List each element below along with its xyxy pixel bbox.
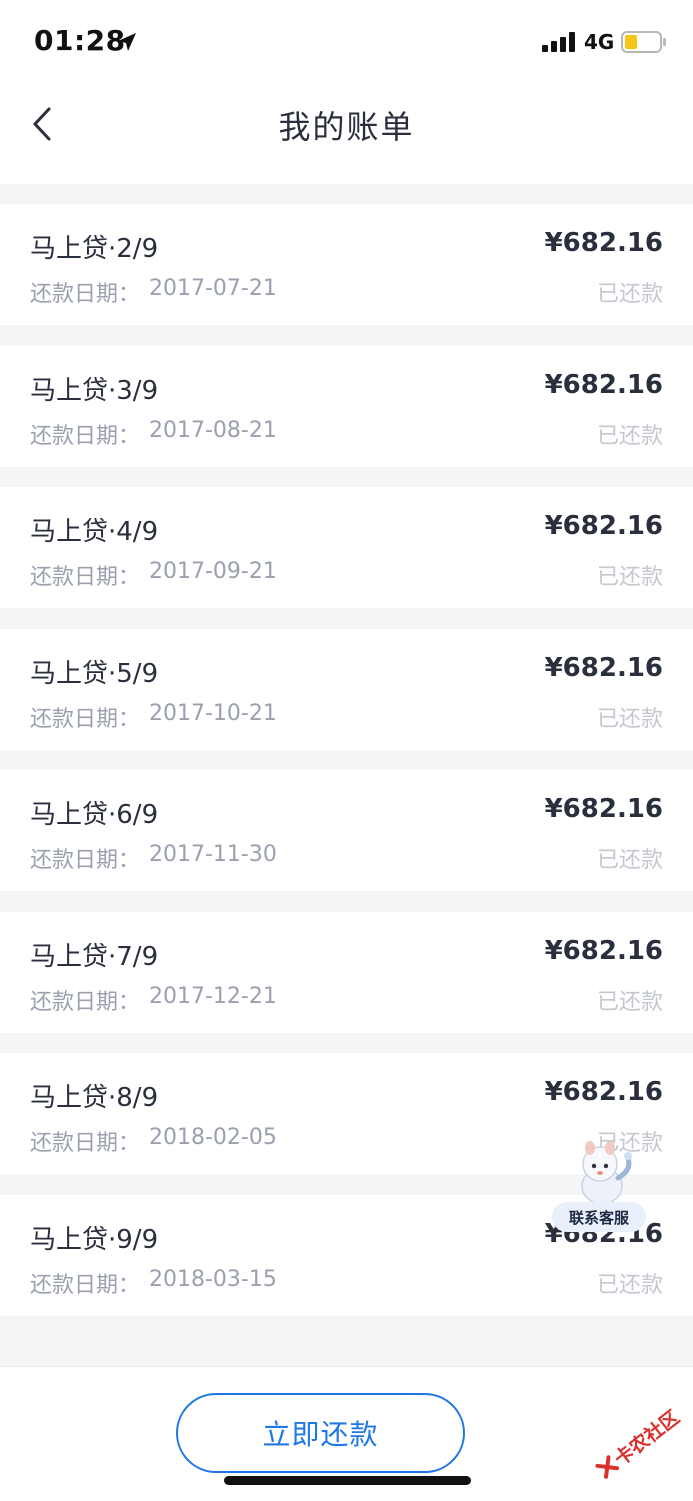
bill-status: 已还款 xyxy=(596,1272,663,1298)
bill-status: 已还款 xyxy=(596,706,663,732)
bill-status: 已还款 xyxy=(596,423,663,449)
status-bar: 01:28 4G xyxy=(0,0,693,84)
bill-amount: ¥682.16 xyxy=(544,369,663,400)
bill-amount: ¥682.16 xyxy=(544,794,663,824)
signal-icon xyxy=(542,32,575,52)
bill-date-label: 还款日期： xyxy=(30,706,141,732)
bill-item[interactable]: 马上贷·3/9 ¥682.16 还款日期： 2017-08-21 已还款 xyxy=(0,345,693,467)
battery-icon xyxy=(621,31,666,53)
bill-date-label: 还款日期： xyxy=(30,1272,141,1298)
nav-bar: 我的账单 xyxy=(0,84,693,184)
bill-name: 马上贷·4/9 xyxy=(30,517,159,547)
bill-date: 2017-09-21 xyxy=(149,559,277,584)
bill-amount: ¥682.16 xyxy=(544,652,663,683)
bill-status: 已还款 xyxy=(596,282,663,307)
bill-status: 已还款 xyxy=(596,565,663,590)
bill-date-label: 还款日期： xyxy=(30,848,141,873)
bill-item[interactable]: 马上贷·7/9 ¥682.16 还款日期： 2017-12-21 已还款 xyxy=(0,911,693,1033)
bill-amount: ¥682.16 xyxy=(544,228,663,258)
customer-service-label: 联系客服 xyxy=(552,1202,646,1232)
bill-name: 马上贷·7/9 xyxy=(30,941,159,972)
bill-date: 2018-02-05 xyxy=(149,1125,277,1150)
bill-date: 2018-03-15 xyxy=(149,1266,277,1292)
pay-now-button[interactable]: 立即还款 xyxy=(176,1393,465,1473)
page-title: 我的账单 xyxy=(278,108,415,146)
bill-date-label: 还款日期： xyxy=(30,1131,141,1156)
bill-item[interactable]: 马上贷·2/9 ¥682.16 还款日期： 2017-07-21 已还款 xyxy=(0,204,693,325)
bill-amount: ¥682.16 xyxy=(544,935,663,966)
customer-service-button[interactable]: 联系客服 xyxy=(550,1140,650,1240)
bill-date-label: 还款日期： xyxy=(30,989,141,1015)
bill-status: 已还款 xyxy=(596,848,663,873)
status-time: 01:28 xyxy=(34,24,126,57)
bill-date: 2017-11-30 xyxy=(149,842,277,867)
bill-date: 2017-07-21 xyxy=(149,276,277,301)
mascot-icon xyxy=(581,1141,632,1205)
bill-status: 已还款 xyxy=(596,989,663,1015)
bill-item[interactable]: 马上贷·6/9 ¥682.16 还款日期： 2017-11-30 已还款 xyxy=(0,770,693,891)
bill-name: 马上贷·2/9 xyxy=(30,234,159,264)
bill-date: 2017-12-21 xyxy=(149,983,277,1009)
bill-name: 马上贷·6/9 xyxy=(30,800,159,830)
bill-name: 马上贷·8/9 xyxy=(30,1083,159,1113)
bill-amount: ¥682.16 xyxy=(544,511,663,541)
bill-name: 马上贷·5/9 xyxy=(30,658,159,689)
bill-item[interactable]: 马上贷·5/9 ¥682.16 还款日期： 2017-10-21 已还款 xyxy=(0,628,693,750)
bill-date-label: 还款日期： xyxy=(30,565,141,590)
bill-date: 2017-10-21 xyxy=(149,700,277,726)
bill-name: 马上贷·3/9 xyxy=(30,375,159,406)
home-indicator xyxy=(224,1476,471,1485)
bill-name: 马上贷·9/9 xyxy=(30,1224,159,1255)
network-label: 4G xyxy=(584,30,615,54)
bill-amount: ¥682.16 xyxy=(544,1077,663,1107)
bill-date-label: 还款日期： xyxy=(30,282,141,307)
bill-date-label: 还款日期： xyxy=(30,423,141,449)
bill-item[interactable]: 马上贷·4/9 ¥682.16 还款日期： 2017-09-21 已还款 xyxy=(0,487,693,608)
location-arrow-icon xyxy=(118,33,136,51)
bill-date: 2017-08-21 xyxy=(149,417,277,443)
